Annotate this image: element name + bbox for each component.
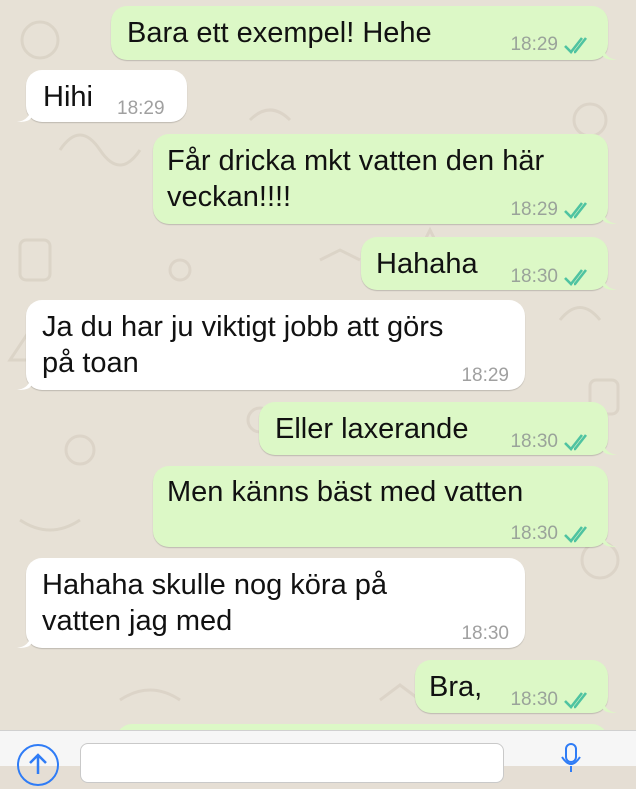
message-meta: 18:29 (510, 192, 594, 228)
bubble-tail (17, 632, 31, 648)
bubble-tail (17, 374, 31, 390)
message-text-line: vatten jag med (42, 605, 233, 637)
double-check-icon (564, 692, 588, 709)
message-bubble-outgoing[interactable]: Hahaha 18:30 (361, 237, 617, 290)
message-meta: 18:29 (510, 27, 594, 63)
message-text-line: Hahaha skulle nog köra på (42, 569, 388, 601)
message-text-line: på toan (42, 347, 139, 379)
double-check-icon (564, 434, 588, 451)
message-time: 18:30 (510, 689, 558, 710)
message-time: 18:29 (117, 98, 165, 119)
message-text: Men känns bäst med vatten (167, 476, 524, 508)
bubble-tail (603, 697, 617, 713)
message-bubble-incoming[interactable]: Ja du har ju viktigt jobb att görs på to… (17, 300, 525, 390)
message-text-line: Får dricka mkt vatten den här (167, 145, 545, 177)
microphone-icon[interactable] (560, 743, 582, 773)
message-text: Bra, (429, 671, 483, 703)
message-text: Hahaha (376, 248, 478, 280)
message-bubble-incoming[interactable]: Hahaha skulle nog köra på vatten jag med… (17, 558, 525, 648)
chat-area[interactable]: Bara ett exempel! Hehe 18:29 Hihi 18:29 … (0, 0, 636, 730)
arrow-up-icon (29, 753, 47, 774)
bubble-tail (603, 531, 617, 547)
message-meta: 18:29 (117, 91, 165, 127)
double-check-icon (564, 202, 588, 219)
message-time: 18:29 (461, 365, 509, 386)
bubble-tail (603, 208, 617, 224)
message-time: 18:30 (461, 623, 509, 644)
bubble-tail (17, 106, 31, 122)
message-bubble-outgoing[interactable]: Bara ett exempel! Hehe 18:29 (111, 6, 617, 63)
message-bubble-incoming[interactable]: Hihi 18:29 (17, 70, 187, 122)
bubble-tail (603, 274, 617, 290)
message-time: 18:29 (510, 199, 558, 220)
message-bubble-outgoing[interactable]: Eller laxerande 18:30 (259, 402, 617, 455)
message-text-line: Ja du har ju viktigt jobb att görs (42, 311, 444, 343)
input-bar (0, 730, 636, 786)
message-text-line: veckan!!!! (167, 181, 292, 213)
message-bubble-outgoing[interactable]: Men känns bäst med vatten 18:30 (153, 466, 617, 547)
share-upload-button[interactable] (17, 744, 59, 786)
message-bubble-outgoing[interactable]: Bra, 18:30 (415, 660, 617, 713)
message-meta: 18:30 (510, 682, 594, 718)
message-input[interactable] (80, 743, 504, 783)
message-time: 18:30 (510, 523, 558, 544)
message-meta: 18:30 (510, 424, 594, 460)
bubble-tail (603, 439, 617, 455)
message-meta: 18:29 (461, 358, 509, 394)
message-text: Eller laxerande (275, 413, 469, 445)
message-text: Bara ett exempel! Hehe (127, 17, 432, 49)
message-time: 18:30 (510, 266, 558, 287)
double-check-icon (564, 526, 588, 543)
double-check-icon (564, 269, 588, 286)
bubble-tail (603, 44, 617, 60)
message-meta: 18:30 (510, 516, 594, 552)
message-time: 18:30 (510, 431, 558, 452)
message-meta: 18:30 (510, 259, 594, 295)
message-bubble-outgoing[interactable]: Får dricka mkt vatten den här veckan!!!!… (153, 134, 617, 224)
message-meta: 18:30 (461, 616, 509, 652)
double-check-icon (564, 37, 588, 54)
message-text: Hihi (43, 81, 93, 113)
message-time: 18:29 (510, 34, 558, 55)
